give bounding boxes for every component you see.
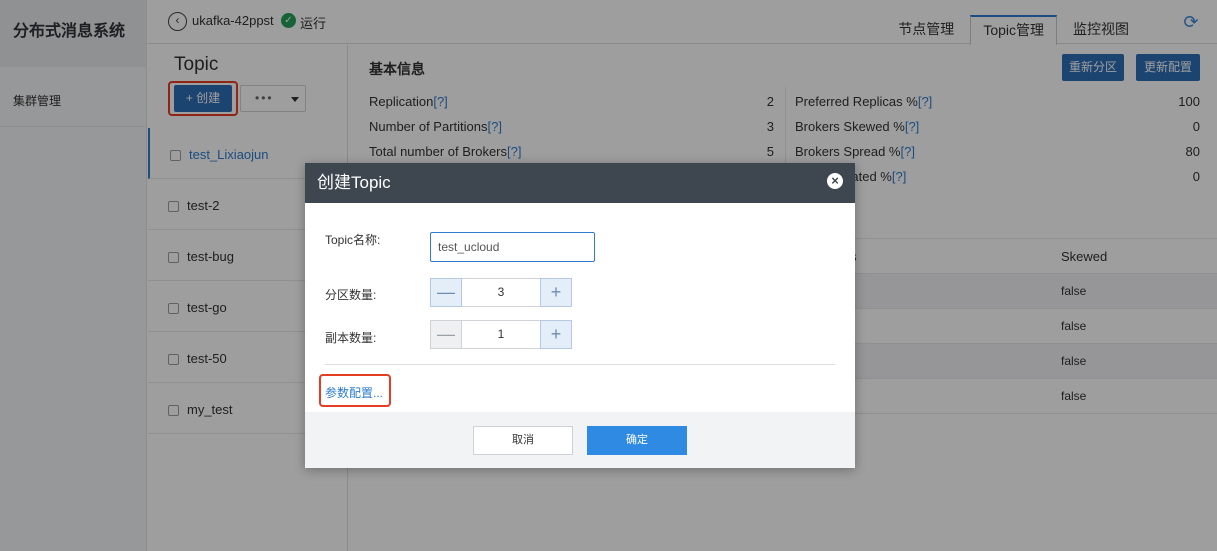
topic-name-input[interactable]: test_ucloud	[430, 232, 595, 262]
partitions-value[interactable]: 3	[462, 278, 540, 307]
dialog-header: 创建Topic ×	[305, 163, 855, 203]
decrement-button[interactable]: —	[430, 320, 462, 349]
partitions-label: 分区数量:	[325, 288, 377, 302]
cancel-button[interactable]: 取消	[473, 426, 573, 455]
dialog-footer: 取消 确定	[305, 412, 855, 468]
close-icon[interactable]: ×	[827, 173, 843, 189]
replicas-label: 副本数量:	[325, 331, 377, 345]
increment-button[interactable]: +	[540, 278, 572, 307]
confirm-button[interactable]: 确定	[587, 426, 687, 455]
topic-name-label: Topic名称:	[325, 233, 381, 247]
param-highlight-box	[319, 374, 391, 407]
replicas-value[interactable]: 1	[462, 320, 540, 349]
create-topic-dialog: 创建Topic × Topic名称: test_ucloud 分区数量: — 3…	[305, 163, 855, 468]
dialog-title: 创建Topic	[317, 173, 391, 192]
form-divider	[325, 364, 835, 365]
replicas-stepper: — 1 +	[430, 320, 572, 349]
partitions-stepper: — 3 +	[430, 278, 572, 307]
increment-button[interactable]: +	[540, 320, 572, 349]
decrement-button[interactable]: —	[430, 278, 462, 307]
app: 分布式消息系统 集群管理 ‹ ukafka-42ppst ✓ 运行 节点管理 T…	[0, 0, 1217, 551]
